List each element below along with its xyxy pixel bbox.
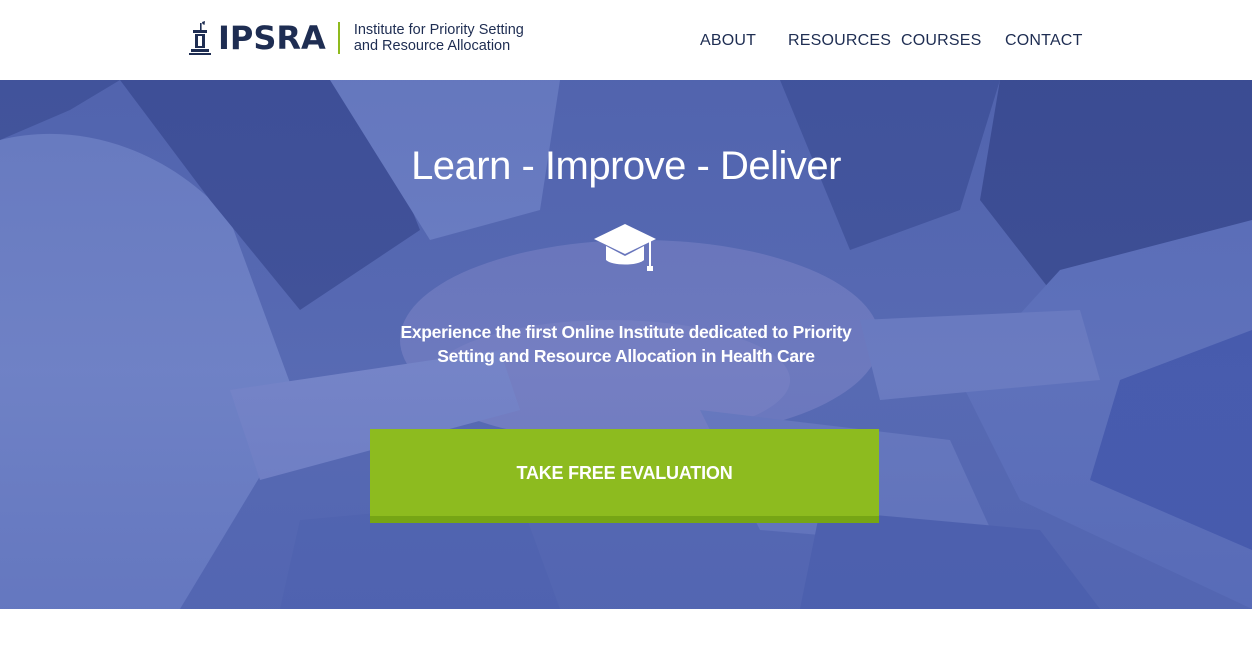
hero-subtitle-line2: Setting and Resource Allocation in Healt…	[437, 346, 815, 366]
hero-section: Learn - Improve - Deliver Experience the…	[0, 80, 1252, 609]
nav-courses[interactable]: COURSES	[901, 30, 982, 52]
nav-about[interactable]: ABOUT	[700, 30, 756, 52]
logo-tagline-line2: and Resource Allocation	[353, 38, 511, 54]
hero-title: Learn - Improve - Deliver	[411, 144, 841, 188]
cta-label: TAKE FREE EVALUATION	[516, 463, 733, 483]
logo-tagline-line1: Institute for Priority Setting	[353, 22, 524, 38]
hero-subtitle: Experience the first Online Institute de…	[376, 320, 876, 368]
site-header: IPSRA Institute for Priority Setting and…	[0, 0, 1252, 80]
graduation-cap-icon	[594, 224, 656, 271]
logo-wordmark: IPSRA	[218, 19, 326, 57]
take-free-evaluation-button[interactable]: TAKE FREE EVALUATION	[370, 429, 879, 523]
hero-subtitle-line1: Experience the first Online Institute de…	[400, 322, 852, 342]
podium-icon	[189, 21, 211, 55]
nav-resources[interactable]: RESOURCES	[788, 30, 891, 52]
ipsra-logo[interactable]: IPSRA Institute for Priority Setting and…	[189, 20, 524, 56]
nav-contact[interactable]: CONTACT	[1005, 30, 1083, 52]
logo-tagline: Institute for Priority Setting and Resou…	[354, 22, 524, 54]
logo-divider	[337, 22, 340, 54]
